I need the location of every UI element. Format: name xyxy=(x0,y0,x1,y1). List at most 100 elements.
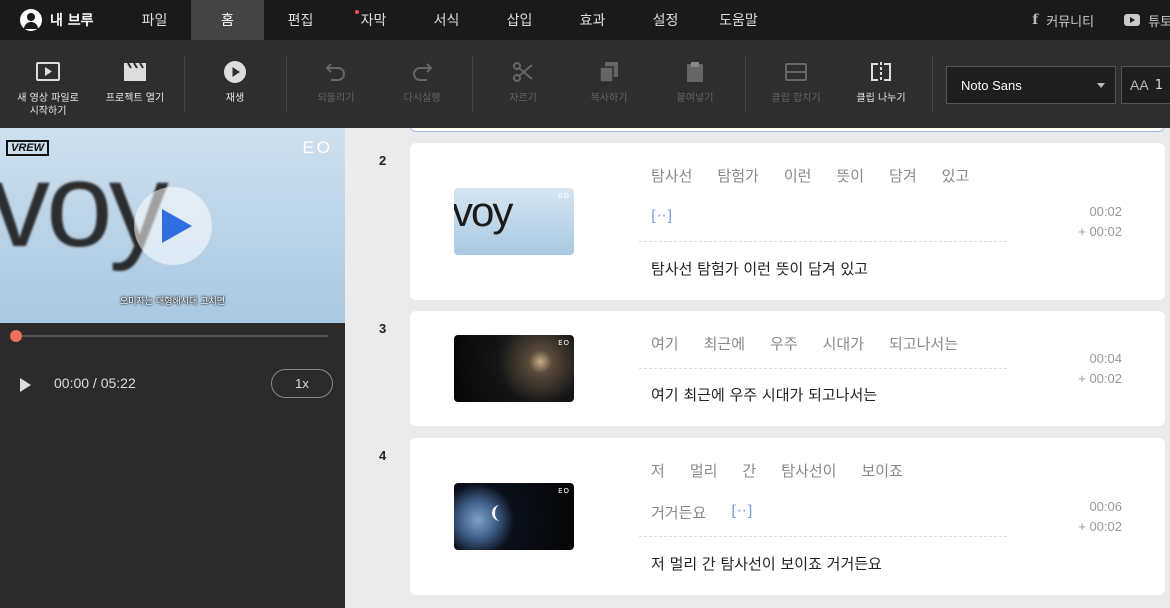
word-list: 탐사선 탐험가 이런 뜻이 담겨 있고 xyxy=(651,165,994,186)
vrew-logo: VREW xyxy=(6,140,49,156)
toolbar-separator xyxy=(745,56,746,112)
silence-gap-marker[interactable]: [··] xyxy=(651,207,672,225)
clip-number: 3 xyxy=(379,321,387,336)
word-chip[interactable]: 우주 xyxy=(770,333,798,354)
clip-row: 4 EO 저 멀리 간 탐사선이 보이죠 거거든요 [··] 저 멀리 간 탐사… xyxy=(345,438,1170,595)
split-clip-label: 클립 나누기 xyxy=(856,93,906,104)
font-family-value: Noto Sans xyxy=(961,77,1022,93)
undo-button[interactable]: 되돌리기 xyxy=(306,40,366,128)
clip-subtitle-text[interactable]: 여기 최근에 우주 시대가 되고나서는 xyxy=(651,384,877,405)
word-chip[interactable]: 탐험가 xyxy=(717,165,758,186)
clapperboard-icon xyxy=(123,60,147,84)
playback-speed-button[interactable]: 1x xyxy=(271,369,333,398)
seek-handle[interactable] xyxy=(10,330,22,342)
thumbnail-text: voy xyxy=(454,188,513,235)
word-chip[interactable]: 담겨 xyxy=(889,165,917,186)
clip-gap-duration: + 00:02 xyxy=(1078,371,1122,386)
word-chip[interactable]: 탐사선 xyxy=(651,165,692,186)
merge-clip-icon xyxy=(784,60,808,84)
play-overlay-icon[interactable] xyxy=(134,187,212,265)
new-video-button[interactable]: 새 영상 파일로시작하기 xyxy=(8,40,88,128)
word-chip[interactable]: 보이죠 xyxy=(861,460,902,481)
word-chip[interactable]: 되고나서는 xyxy=(889,333,958,354)
seek-bar[interactable] xyxy=(10,330,328,342)
paste-button[interactable]: 붙여넣기 xyxy=(664,40,726,128)
word-chip[interactable]: 거거든요 xyxy=(651,502,706,523)
previous-clip-card[interactable] xyxy=(410,128,1165,132)
cut-button[interactable]: 자르기 xyxy=(493,40,553,128)
youtube-icon xyxy=(1124,14,1141,26)
word-chip[interactable]: 이런 xyxy=(784,165,812,186)
font-family-select[interactable]: Noto Sans xyxy=(946,66,1116,104)
tutorial-label: 튜토 xyxy=(1148,14,1170,30)
tutorial-link[interactable]: 튜토 xyxy=(1124,11,1170,30)
thumbnail-eo-logo: EO xyxy=(558,192,570,200)
menu-subtitle[interactable]: 자막 xyxy=(337,0,410,40)
eo-logo: EO xyxy=(302,138,333,157)
time-display: 00:00 / 05:22 xyxy=(54,375,136,391)
menu-help[interactable]: 도움말 xyxy=(702,0,775,40)
word-chip[interactable]: 멀리 xyxy=(690,460,718,481)
clip-number: 4 xyxy=(379,448,387,463)
merge-clip-label: 클립 합치기 xyxy=(771,93,821,104)
new-video-label-1: 새 영상 파일로 xyxy=(17,93,79,104)
menu-file[interactable]: 파일 xyxy=(118,0,191,40)
word-list: 여기 최근에 우주 시대가 되고나서는 xyxy=(651,333,983,354)
silence-gap-marker[interactable]: [··] xyxy=(731,502,752,523)
clip-card[interactable]: EO 저 멀리 간 탐사선이 보이죠 거거든요 [··] 저 멀리 간 탐사선이… xyxy=(410,438,1165,595)
word-list: 저 멀리 간 탐사선이 보이죠 xyxy=(651,460,928,481)
merge-clip-button[interactable]: 클립 합치기 xyxy=(762,40,830,128)
font-size-field[interactable]: AA 1 xyxy=(1121,66,1170,104)
new-video-label-2: 시작하기 xyxy=(29,106,67,117)
scissors-icon xyxy=(511,60,535,84)
thumbnail-eo-logo: EO xyxy=(558,487,570,495)
word-chip[interactable]: 탐사선이 xyxy=(781,460,836,481)
clipboard-icon xyxy=(683,60,707,84)
clip-thumbnail[interactable]: EO xyxy=(454,335,574,402)
clip-card[interactable]: EO 여기 최근에 우주 시대가 되고나서는 여기 최근에 우주 시대가 되고나… xyxy=(410,311,1165,426)
clip-divider xyxy=(639,536,1007,537)
clip-divider xyxy=(639,368,1007,369)
word-chip[interactable]: 뜻이 xyxy=(836,165,864,186)
split-clip-icon xyxy=(869,60,893,84)
menu-format[interactable]: 서식 xyxy=(410,0,483,40)
clip-subtitle-text[interactable]: 저 멀리 간 탐사선이 보이죠 거거든요 xyxy=(651,553,882,574)
clip-card[interactable]: voy EO 탐사선 탐험가 이런 뜻이 담겨 있고 [··] 탐사선 탐험가 … xyxy=(410,143,1165,300)
video-subtitle: 오미자는 대형해시대 고치면 xyxy=(119,297,226,307)
menu-bar: 내 브루 파일 홈 편집 자막 서식 삽입 효과 설정 도움말 f 커뮤니티 튜… xyxy=(0,0,1170,40)
word-chip[interactable]: 여기 xyxy=(651,333,679,354)
menu-insert[interactable]: 삽입 xyxy=(483,0,556,40)
thumbnail-crescent xyxy=(492,505,508,521)
play-icon[interactable] xyxy=(20,378,31,392)
clip-subtitle-text[interactable]: 탐사선 탐험가 이런 뜻이 담겨 있고 xyxy=(651,258,868,279)
copy-button[interactable]: 복사하기 xyxy=(578,40,640,128)
word-list: 거거든요 [··] xyxy=(651,502,777,523)
clip-gap-duration: + 00:02 xyxy=(1078,224,1122,239)
open-project-button[interactable]: 프로젝트 열기 xyxy=(96,40,174,128)
menu-home[interactable]: 홈 xyxy=(191,0,264,40)
chevron-down-icon xyxy=(1097,83,1105,88)
clip-thumbnail[interactable]: voy EO xyxy=(454,188,574,255)
word-chip[interactable]: 있고 xyxy=(942,165,970,186)
clip-thumbnail[interactable]: EO xyxy=(454,483,574,550)
word-chip[interactable]: 간 xyxy=(742,460,756,481)
word-chip[interactable]: 시대가 xyxy=(823,333,864,354)
menu-edit[interactable]: 편집 xyxy=(264,0,337,40)
video-preview[interactable]: voy VREW EO 오미자는 대형해시대 고치면 xyxy=(0,128,345,323)
play-button[interactable]: 재생 xyxy=(205,40,265,128)
clip-row: 2 voy EO 탐사선 탐험가 이런 뜻이 담겨 있고 [··] 탐사선 탐험… xyxy=(345,143,1170,300)
word-chip[interactable]: 저 xyxy=(651,460,665,481)
community-link[interactable]: f 커뮤니티 xyxy=(1032,11,1094,30)
play-label: 재생 xyxy=(225,93,245,104)
clip-duration: 00:06 xyxy=(1089,499,1122,514)
user-profile-button[interactable]: 내 브루 xyxy=(0,0,118,40)
menu-settings[interactable]: 설정 xyxy=(629,0,702,40)
menu-effects[interactable]: 효과 xyxy=(556,0,629,40)
redo-button[interactable]: 다시실행 xyxy=(392,40,452,128)
toolbar-separator xyxy=(932,56,933,112)
preview-panel: voy VREW EO 오미자는 대형해시대 고치면 00:00 / 05:22… xyxy=(0,128,345,608)
split-clip-button[interactable]: 클립 나누기 xyxy=(847,40,915,128)
undo-icon xyxy=(324,60,348,84)
word-chip[interactable]: 최근에 xyxy=(704,333,745,354)
clip-duration: 00:02 xyxy=(1089,204,1122,219)
